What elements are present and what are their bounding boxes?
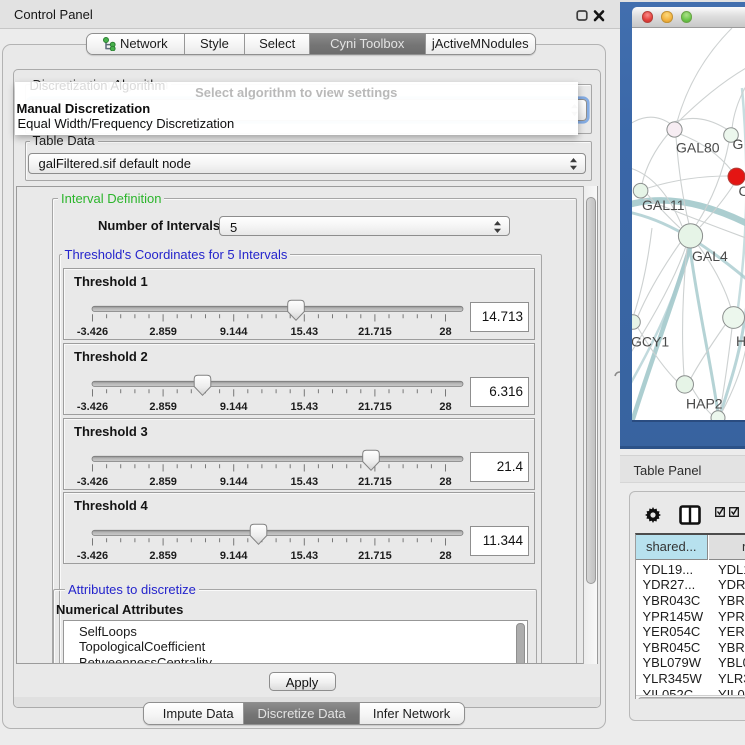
svg-text:15.43: 15.43	[291, 550, 319, 562]
svg-text:15.43: 15.43	[291, 476, 319, 488]
svg-text:28: 28	[439, 326, 451, 338]
svg-text:9.144: 9.144	[220, 476, 248, 488]
svg-text:2.859: 2.859	[149, 476, 177, 488]
svg-text:9.144: 9.144	[220, 326, 248, 338]
svg-text:9.144: 9.144	[220, 401, 248, 413]
svg-text:GAL4: GAL4	[692, 248, 728, 264]
svg-text:28: 28	[439, 550, 451, 562]
svg-text:21.715: 21.715	[358, 476, 392, 488]
svg-text:GCY1: GCY1	[632, 333, 669, 349]
svg-text:28: 28	[439, 401, 451, 413]
svg-text:-3.426: -3.426	[77, 401, 108, 413]
svg-text:GAL11: GAL11	[642, 197, 685, 213]
svg-text:-3.426: -3.426	[77, 476, 108, 488]
svg-text:2.859: 2.859	[149, 550, 177, 562]
svg-text:21.715: 21.715	[358, 550, 392, 562]
svg-text:-3.426: -3.426	[77, 326, 108, 338]
svg-text:9.144: 9.144	[220, 550, 248, 562]
svg-text:G: G	[732, 136, 743, 152]
svg-text:21.715: 21.715	[358, 326, 392, 338]
svg-text:28: 28	[439, 476, 451, 488]
svg-text:HAP2: HAP2	[686, 395, 723, 411]
svg-text:15.43: 15.43	[291, 401, 319, 413]
svg-text:2.859: 2.859	[149, 401, 177, 413]
svg-text:2.859: 2.859	[149, 326, 177, 338]
svg-text:21.715: 21.715	[358, 401, 392, 413]
svg-text:-3.426: -3.426	[77, 550, 108, 562]
svg-text:H: H	[736, 333, 745, 349]
svg-text:15.43: 15.43	[291, 326, 319, 338]
svg-text:C: C	[738, 183, 745, 199]
svg-text:GAL80: GAL80	[676, 139, 720, 155]
